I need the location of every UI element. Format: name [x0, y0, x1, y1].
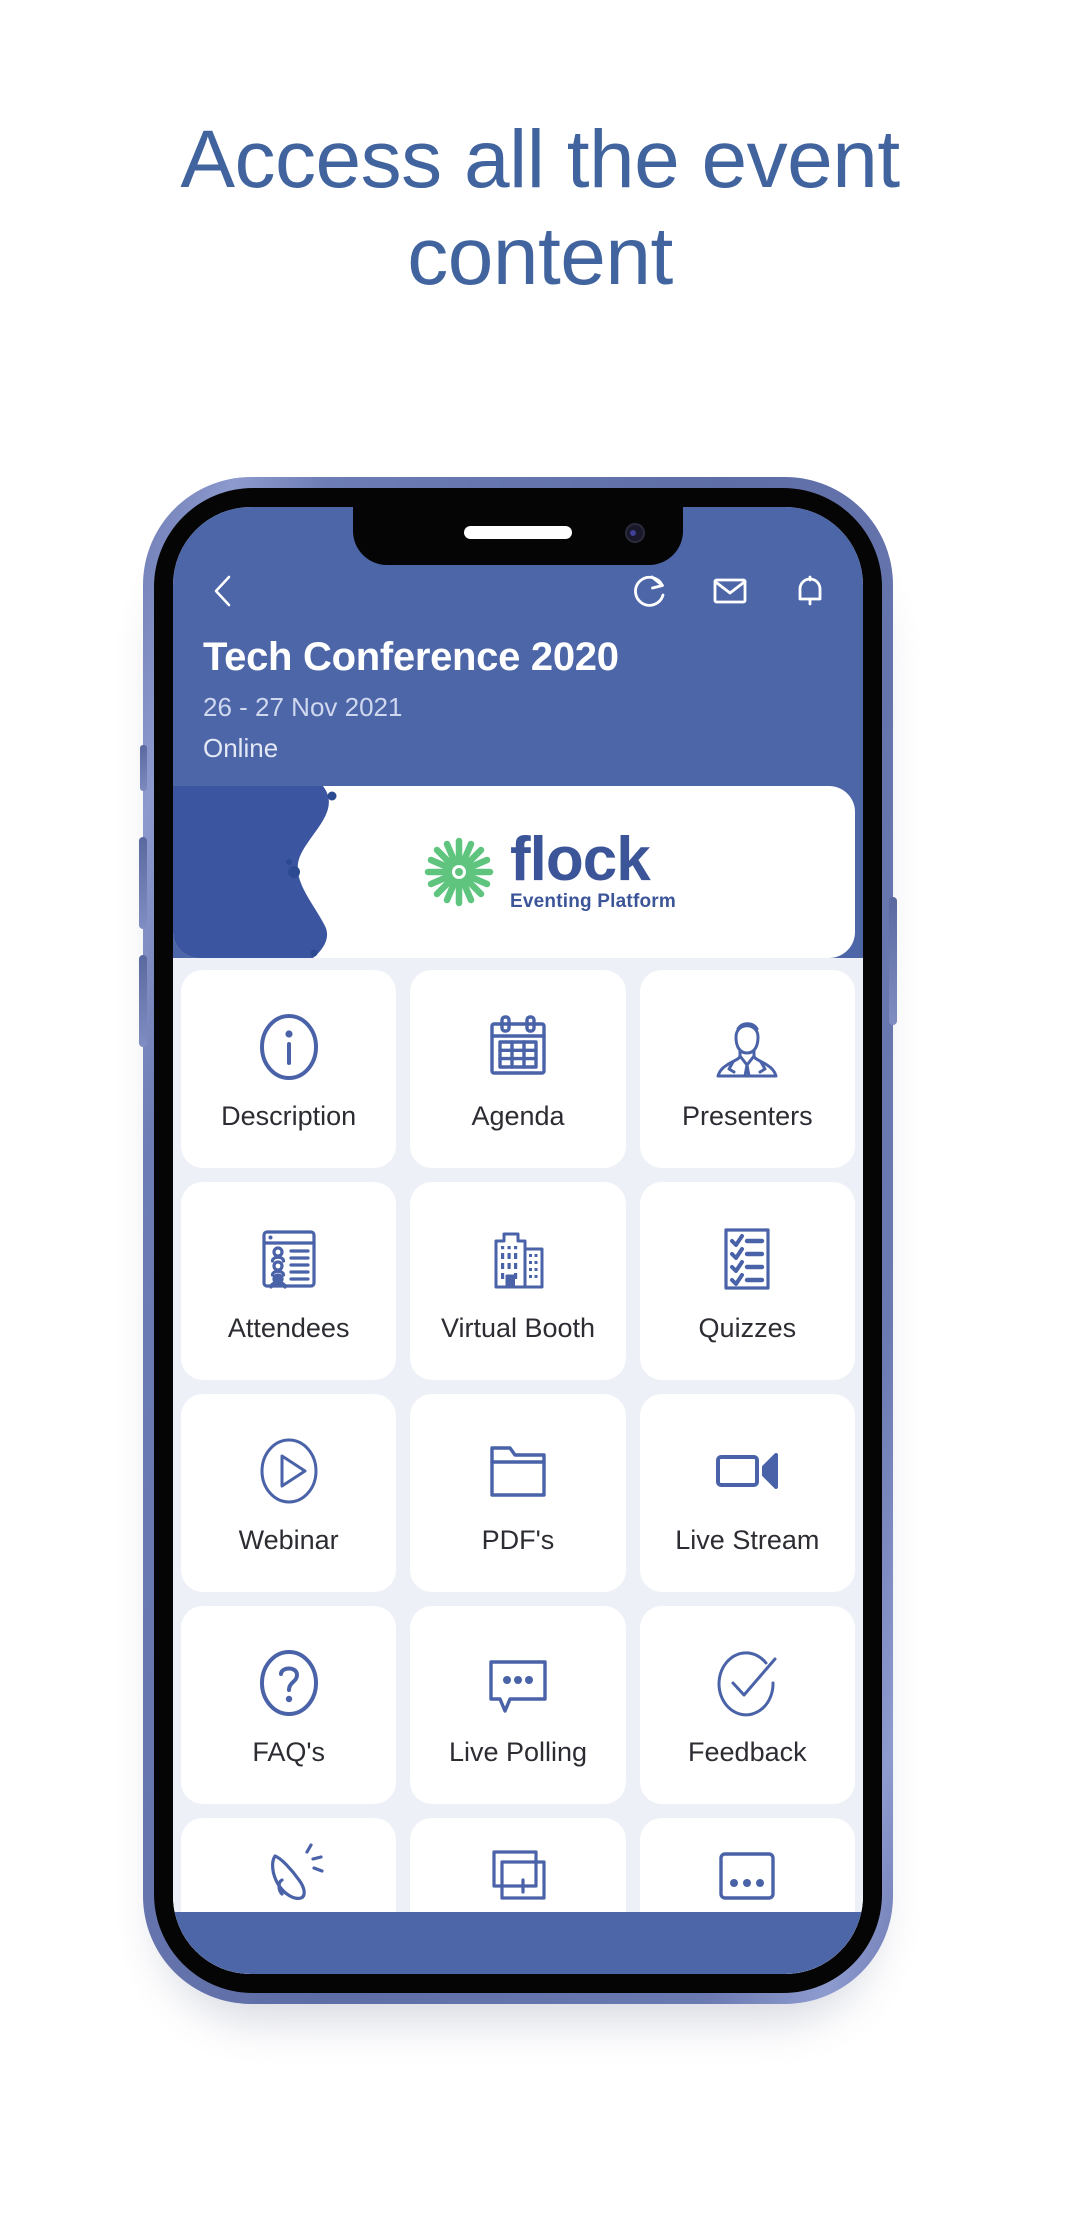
buildings-icon: [480, 1221, 556, 1297]
envelope-icon[interactable]: [707, 568, 753, 614]
power-button[interactable]: [889, 897, 897, 1025]
tile-pdfs[interactable]: PDF's: [410, 1394, 626, 1592]
tile-agenda[interactable]: Agenda: [410, 970, 626, 1168]
info-circle-icon: [251, 1009, 327, 1085]
sponsor-banner[interactable]: flock Eventing Platform: [173, 786, 855, 958]
volume-down-button[interactable]: [139, 955, 147, 1047]
windows-gallery-icon: [480, 1840, 556, 1916]
event-location: Online: [203, 733, 279, 763]
hand-tap-icon: [251, 1840, 327, 1916]
earpiece-speaker: [464, 526, 572, 539]
banner-blue-shape: [173, 786, 378, 958]
logo-wordmark: flock: [510, 824, 651, 894]
tile-label: Presenters: [682, 1100, 813, 1131]
banner-wrapper: flock Eventing Platform: [173, 786, 863, 958]
flock-logo: flock Eventing Platform: [422, 824, 676, 914]
event-title: Tech Conference 2020: [203, 635, 619, 679]
tile-feedback[interactable]: Feedback: [639, 1606, 855, 1804]
bottom-nav-bar: [173, 1912, 863, 1974]
tile-webinar[interactable]: Webinar: [181, 1394, 397, 1592]
page-title: Access all the event content: [180, 114, 900, 302]
tile-attendees[interactable]: Attendees: [181, 1182, 397, 1380]
event-date: 26 - 27 Nov 2021: [203, 692, 403, 722]
presenter-person-icon: [709, 1009, 785, 1085]
bell-icon[interactable]: [787, 568, 833, 614]
phone-notch: [353, 507, 683, 565]
check-circle-icon: [709, 1645, 785, 1721]
flower-burst-icon: [422, 835, 496, 909]
silent-switch-button[interactable]: [140, 745, 147, 791]
tile-description[interactable]: Description: [181, 970, 397, 1168]
feature-grid: Description Agenda Presenters Attendees …: [181, 970, 855, 1974]
volume-up-button[interactable]: [139, 837, 147, 929]
tile-label: Virtual Booth: [440, 1312, 596, 1343]
tile-presenters[interactable]: Presenters: [639, 970, 855, 1168]
logo-text: flock Eventing Platform: [510, 824, 676, 914]
tile-label: Attendees: [227, 1312, 350, 1343]
tile-quizzes[interactable]: Quizzes: [639, 1182, 855, 1380]
folder-icon: [480, 1433, 556, 1509]
phone-screen: Tech Conference 2020 26 - 27 Nov 2021 On…: [173, 507, 863, 1974]
calendar-icon: [480, 1009, 556, 1085]
question-circle-icon: [251, 1645, 327, 1721]
phone-mockup: Tech Conference 2020 26 - 27 Nov 2021 On…: [139, 477, 897, 2004]
tile-label: Live Polling: [448, 1736, 588, 1767]
tile-label: Agenda: [471, 1100, 565, 1131]
chevron-left-icon[interactable]: [203, 569, 247, 613]
tile-virtual-booth[interactable]: Virtual Booth: [410, 1182, 626, 1380]
tile-label: PDF's: [481, 1524, 555, 1555]
checklist-icon: [709, 1221, 785, 1297]
logo-tagline: Eventing Platform: [510, 891, 676, 913]
poster-page: Access all the event content Tech Confer…: [0, 0, 1080, 2220]
tile-label: FAQ's: [252, 1736, 325, 1767]
tile-label: Quizzes: [698, 1312, 797, 1343]
tile-label: Webinar: [238, 1524, 339, 1555]
chat-bubble-dots-icon: [480, 1645, 556, 1721]
tile-faqs[interactable]: FAQ's: [181, 1606, 397, 1804]
tile-live-polling[interactable]: Live Polling: [410, 1606, 626, 1804]
tile-label: Live Stream: [675, 1524, 820, 1555]
video-camera-icon: [709, 1433, 785, 1509]
tile-label: Feedback: [688, 1736, 807, 1767]
tile-live-stream[interactable]: Live Stream: [639, 1394, 855, 1592]
feature-grid-area: Description Agenda Presenters Attendees …: [173, 958, 863, 1974]
attendee-list-icon: [251, 1221, 327, 1297]
app-viewport: Tech Conference 2020 26 - 27 Nov 2021 On…: [173, 507, 863, 1974]
more-dots-box-icon: [709, 1840, 785, 1916]
tile-label: Description: [221, 1100, 357, 1131]
front-camera: [625, 523, 645, 543]
play-circle-icon: [251, 1433, 327, 1509]
header-icon-row: [203, 565, 833, 617]
refresh-icon[interactable]: [627, 568, 673, 614]
